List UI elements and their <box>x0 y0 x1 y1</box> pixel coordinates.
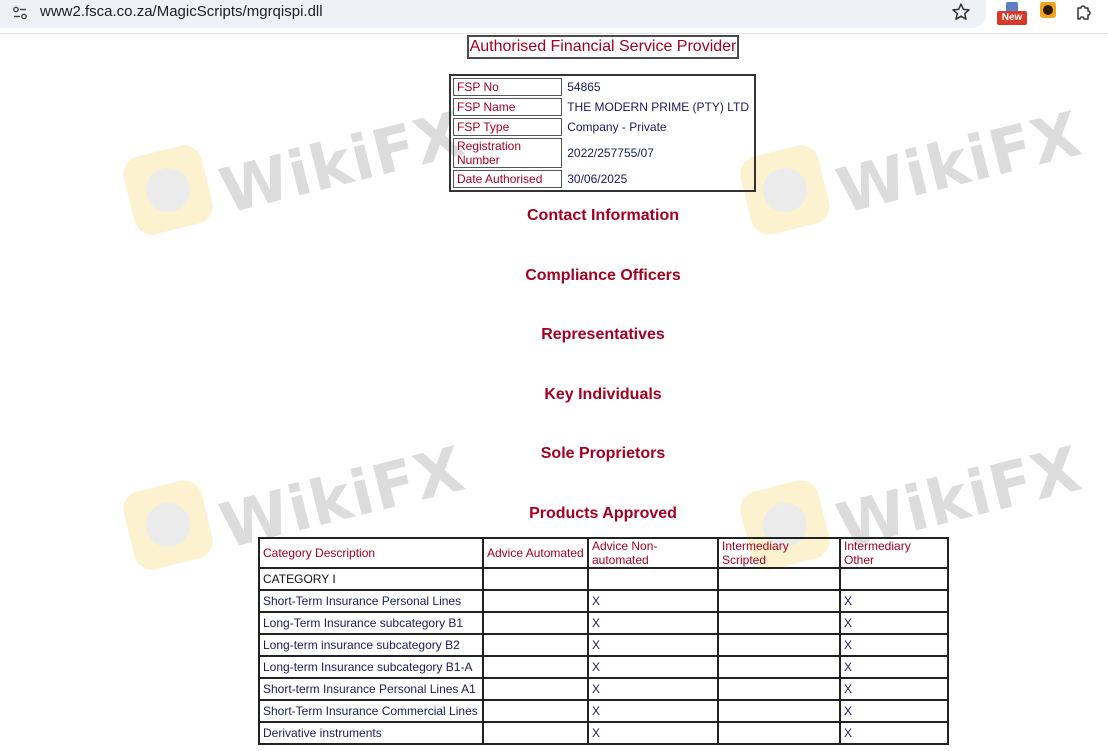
column-header: Category Description <box>259 538 483 568</box>
table-cell <box>483 568 588 590</box>
table-row: Short-term Insurance Personal Lines A1 X… <box>259 678 948 700</box>
table-cell: X <box>588 634 718 656</box>
new-extension-icon[interactable]: New <box>997 2 1027 25</box>
category-cell: Short-Term Insurance Commercial Lines <box>259 700 483 722</box>
table-cell <box>718 612 840 634</box>
watermark-logo-icon <box>119 476 217 574</box>
table-cell <box>588 568 718 590</box>
table-cell <box>718 700 840 722</box>
table-cell <box>718 634 840 656</box>
category-cell: CATEGORY I <box>259 568 483 590</box>
contact-information-heading[interactable]: Contact Information <box>0 207 1108 225</box>
category-cell: Long-Term Insurance subcategory B1 <box>259 612 483 634</box>
table-cell: X <box>840 590 948 612</box>
fsp-detail-row: Registration Number 2022/257755/07 <box>453 138 752 168</box>
table-cell: X <box>588 700 718 722</box>
fsp-detail-label: Date Authorised <box>453 170 563 188</box>
table-cell <box>718 590 840 612</box>
table-row: Short-Term Insurance Commercial Lines X … <box>259 700 948 722</box>
table-cell <box>840 568 948 590</box>
browser-toolbar: www2.fsca.co.za/MagicScripts/mgrqispi.dl… <box>0 0 1108 34</box>
table-cell <box>483 722 588 744</box>
table-cell: X <box>588 590 718 612</box>
table-cell: X <box>588 612 718 634</box>
table-cell: X <box>840 634 948 656</box>
fsp-detail-value: 30/06/2025 <box>567 172 628 186</box>
fsp-detail-row: FSP No 54865 <box>453 78 752 96</box>
table-cell <box>718 678 840 700</box>
fsp-detail-value: 2022/257755/07 <box>567 146 654 160</box>
table-cell: X <box>840 722 948 744</box>
extensions-puzzle-icon[interactable] <box>1074 2 1094 22</box>
compliance-officers-heading[interactable]: Compliance Officers <box>0 267 1108 285</box>
table-cell: X <box>840 678 948 700</box>
new-badge: New <box>997 11 1027 25</box>
table-row: Derivative instruments X X <box>259 722 948 744</box>
fsp-detail-label: FSP Name <box>453 98 563 116</box>
coin-extension-icon[interactable] <box>1040 2 1056 18</box>
table-cell <box>718 722 840 744</box>
category-cell: Derivative instruments <box>259 722 483 744</box>
representatives-heading[interactable]: Representatives <box>0 326 1108 344</box>
table-row: Short-Term Insurance Personal Lines X X <box>259 590 948 612</box>
category-cell: Short-term Insurance Personal Lines A1 <box>259 678 483 700</box>
column-header: Intermediary Scripted <box>718 538 840 568</box>
extension-tile-icon <box>1006 2 1018 11</box>
sole-proprietors-heading[interactable]: Sole Proprietors <box>0 445 1108 463</box>
fsp-detail-value: Company - Private <box>567 120 667 134</box>
fsp-detail-row: FSP Name THE MODERN PRIME (PTY) LTD <box>453 98 752 116</box>
category-cell: Short-Term Insurance Personal Lines <box>259 590 483 612</box>
fsp-details-table: FSP No 54865 FSP Name THE MODERN PRIME (… <box>449 74 756 192</box>
table-cell: X <box>840 612 948 634</box>
table-cell <box>718 568 840 590</box>
products-approved-heading[interactable]: Products Approved <box>0 505 1108 523</box>
column-header: Intermediary Other <box>840 538 948 568</box>
table-cell <box>483 678 588 700</box>
table-header-row: Category Description Advice Automated Ad… <box>259 538 948 568</box>
table-cell <box>718 656 840 678</box>
url-text[interactable]: www2.fsca.co.za/MagicScripts/mgrqispi.dl… <box>40 3 323 20</box>
table-cell: X <box>840 700 948 722</box>
column-header: Advice Non-automated <box>588 538 718 568</box>
table-row: Long-Term Insurance subcategory B1 X X <box>259 612 948 634</box>
table-row: CATEGORY I <box>259 568 948 590</box>
fsp-detail-row: FSP Type Company - Private <box>453 118 752 136</box>
fsp-detail-value: 54865 <box>567 80 601 94</box>
bookmark-star-icon[interactable] <box>951 2 971 22</box>
table-cell <box>483 590 588 612</box>
table-cell <box>483 656 588 678</box>
products-approved-table: Category Description Advice Automated Ad… <box>258 537 949 745</box>
page-title: Authorised Financial Service Provider <box>467 35 739 59</box>
table-cell: X <box>840 656 948 678</box>
category-cell: Long-term insurance subcategory B2 <box>259 634 483 656</box>
address-bar[interactable]: www2.fsca.co.za/MagicScripts/mgrqispi.dl… <box>0 0 986 28</box>
table-cell <box>483 700 588 722</box>
table-row: Long-term insurance subcategory B2 X X <box>259 634 948 656</box>
category-cell: Long-term Insurance subcategory B1-A <box>259 656 483 678</box>
fsp-detail-label: FSP Type <box>453 118 563 136</box>
fsp-detail-row: Date Authorised 30/06/2025 <box>453 170 752 188</box>
fsp-detail-value: THE MODERN PRIME (PTY) LTD <box>567 100 749 114</box>
table-cell: X <box>588 678 718 700</box>
table-row: Long-term Insurance subcategory B1-A X X <box>259 656 948 678</box>
site-info-icon[interactable] <box>12 5 28 21</box>
fsp-detail-label: Registration Number <box>453 138 563 168</box>
key-individuals-heading[interactable]: Key Individuals <box>0 386 1108 404</box>
table-cell <box>483 612 588 634</box>
table-cell: X <box>588 722 718 744</box>
table-cell: X <box>588 656 718 678</box>
column-header: Advice Automated <box>483 538 588 568</box>
fsp-detail-label: FSP No <box>453 78 563 96</box>
table-cell <box>483 634 588 656</box>
coin-extension-mark <box>1043 5 1053 15</box>
